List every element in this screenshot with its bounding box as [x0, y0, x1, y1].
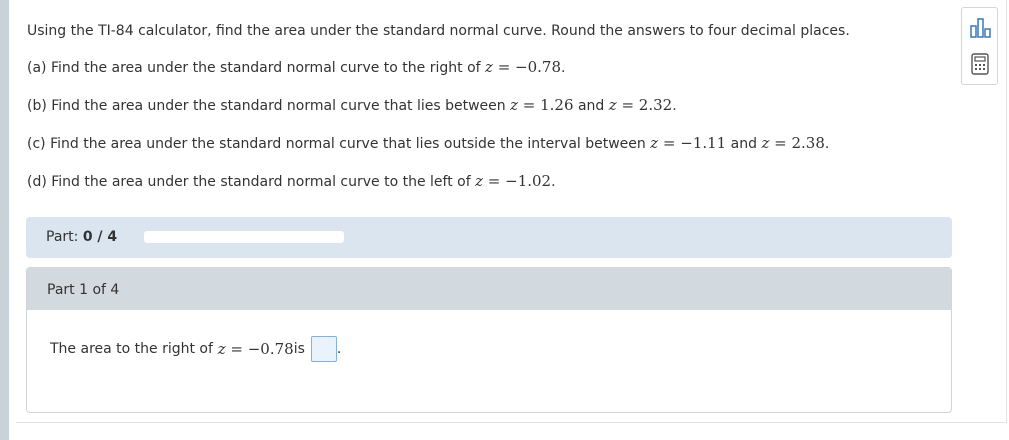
part-panel: Part 1 of 4 The area to the right of z =…	[26, 267, 952, 413]
part-progress: Part: 0 / 4	[26, 217, 952, 258]
part-progress-label: Part: 0 / 4	[46, 229, 118, 245]
part-progress-value: 0 / 4	[82, 229, 118, 245]
question-part-a: (a) Find the area under the standard nor…	[27, 58, 566, 76]
part-header: Part 1 of 4	[27, 268, 951, 310]
left-edge-strip	[0, 0, 9, 440]
question-part-b: (b) Find the area under the standard nor…	[27, 96, 677, 114]
toolbox	[961, 7, 998, 85]
question-part-c: (c) Find the area under the standard nor…	[27, 134, 830, 152]
bar-chart-icon[interactable]	[968, 16, 992, 40]
calculator-icon[interactable]	[968, 52, 992, 76]
answer-input[interactable]	[310, 336, 337, 362]
answer-line: The area to the right of z = −0.78 is .	[50, 336, 341, 362]
question-intro: Using the TI-84 calculator, find the are…	[27, 23, 850, 39]
progress-track	[144, 231, 344, 243]
part-header-title: Part 1 of 4	[47, 282, 120, 298]
question-part-d: (d) Find the area under the standard nor…	[27, 172, 556, 190]
